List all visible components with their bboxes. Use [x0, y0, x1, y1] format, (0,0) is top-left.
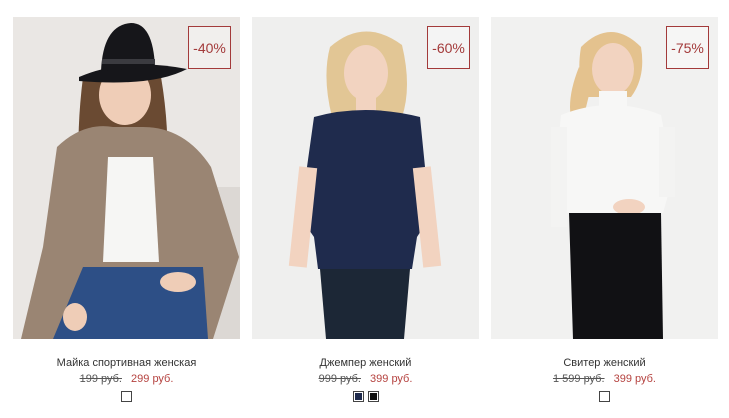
product-image[interactable]: -60% — [252, 17, 479, 339]
old-price: 1 599 руб. — [552, 373, 605, 385]
product-image[interactable]: -40% — [13, 17, 240, 339]
price-row: 999 руб. 399 руб. — [252, 373, 479, 385]
price-row: 1 599 руб. 399 руб. — [491, 373, 718, 385]
old-price: 199 руб. — [79, 373, 122, 385]
product-title[interactable]: Джемпер женский — [252, 357, 479, 369]
color-swatch-black[interactable] — [367, 391, 379, 402]
sale-price: 299 руб. — [131, 373, 174, 385]
product-title[interactable]: Майка спортивная женская — [13, 357, 240, 369]
discount-badge: -60% — [427, 26, 470, 69]
color-swatch-white[interactable] — [121, 391, 132, 402]
discount-badge: -40% — [188, 26, 231, 69]
discount-badge: -75% — [666, 26, 709, 69]
product-card: -60% Джемпер женский 999 руб. 399 руб. — [252, 17, 479, 412]
color-swatch-navy[interactable] — [352, 391, 364, 402]
color-swatches — [252, 391, 479, 402]
color-swatches — [491, 391, 718, 402]
price-row: 199 руб. 299 руб. — [13, 373, 240, 385]
sale-price: 399 руб. — [613, 373, 656, 385]
product-card: -40% Майка спортивная женская 199 руб. 2… — [13, 17, 240, 412]
sale-price: 399 руб. — [370, 373, 413, 385]
product-image[interactable]: -75% — [491, 17, 718, 339]
old-price: 999 руб. — [318, 373, 361, 385]
color-swatches — [13, 391, 240, 402]
color-swatch-white[interactable] — [599, 391, 610, 402]
product-card: -75% Свитер женский 1 599 руб. 399 руб. — [491, 17, 718, 412]
product-title[interactable]: Свитер женский — [491, 357, 718, 369]
